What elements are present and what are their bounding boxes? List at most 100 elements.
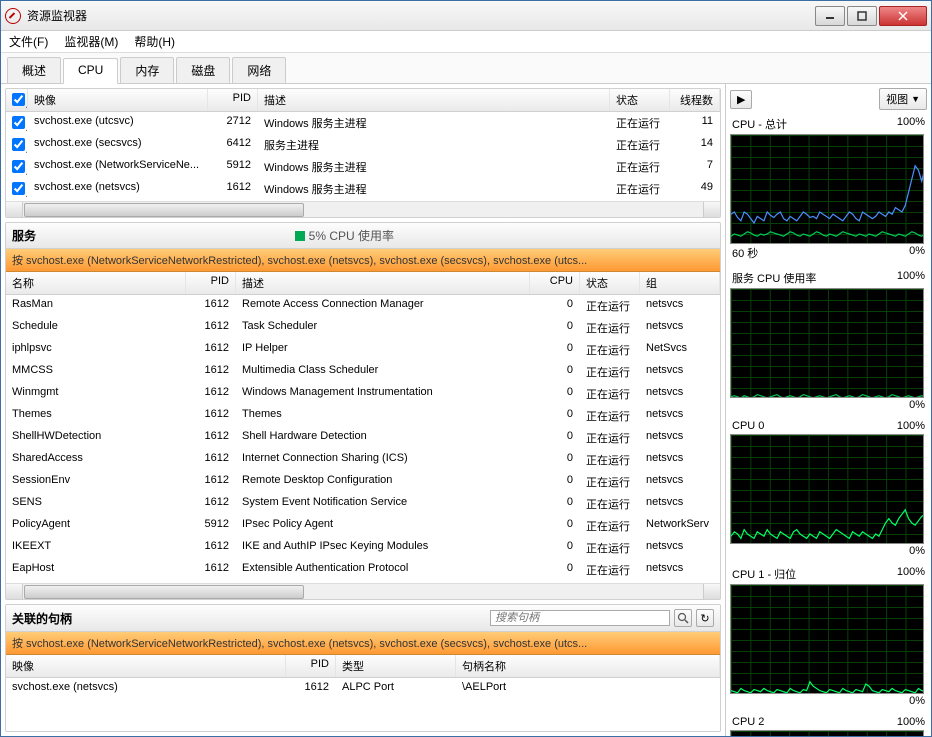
- cell-desc: Remote Access Connection Manager: [236, 295, 530, 317]
- cell-pid: 1612: [186, 537, 236, 559]
- col-desc[interactable]: 描述: [258, 89, 610, 111]
- cell-desc: Windows 服务主进程: [258, 156, 610, 178]
- services-hscroll[interactable]: [6, 583, 720, 599]
- handle-row[interactable]: svchost.exe (netsvcs) 1612 ALPC Port \AE…: [6, 678, 720, 696]
- cell-status: 正在运行: [610, 156, 670, 178]
- cell-pid: 1612: [186, 405, 236, 427]
- cell-name: SENS: [6, 493, 186, 515]
- col-status[interactable]: 状态: [580, 272, 640, 294]
- service-row[interactable]: MMCSS 1612 Multimedia Class Scheduler 0 …: [6, 361, 720, 383]
- col-image[interactable]: 映像: [28, 89, 208, 111]
- tab-memory[interactable]: 内存: [120, 57, 174, 83]
- col-status[interactable]: 状态: [610, 89, 670, 111]
- menu-help[interactable]: 帮助(H): [134, 33, 175, 50]
- process-row[interactable]: svchost.exe (netsvcs) 1612 Windows 服务主进程…: [6, 178, 720, 200]
- handles-header-bar[interactable]: 关联的句柄 ↻: [6, 605, 720, 632]
- cell-status: 正在运行: [580, 405, 640, 427]
- service-row[interactable]: SessionEnv 1612 Remote Desktop Configura…: [6, 471, 720, 493]
- cell-desc: IPsec Policy Agent: [236, 515, 530, 537]
- service-row[interactable]: PolicyAgent 5912 IPsec Policy Agent 0 正在…: [6, 515, 720, 537]
- col-handle-name[interactable]: 句柄名称: [456, 655, 720, 677]
- service-row[interactable]: EapHost 1612 Extensible Authentication P…: [6, 559, 720, 581]
- cell-desc: Remote Desktop Configuration: [236, 471, 530, 493]
- col-image[interactable]: 映像: [6, 655, 286, 677]
- cell-pid: 1612: [186, 383, 236, 405]
- services-info: 5% CPU 使用率: [295, 227, 394, 244]
- col-type[interactable]: 类型: [336, 655, 456, 677]
- cell-cpu: 0: [530, 537, 580, 559]
- chart-canvas: [730, 434, 924, 544]
- processes-hscroll[interactable]: [6, 201, 720, 217]
- view-dropdown[interactable]: 视图 ▼: [879, 88, 927, 110]
- cell-group: netsvcs: [640, 383, 720, 405]
- col-pid[interactable]: PID: [286, 655, 336, 677]
- service-row[interactable]: Winmgmt 1612 Windows Management Instrume…: [6, 383, 720, 405]
- cell-cpu: 0: [530, 493, 580, 515]
- side-panel: ▶ 视图 ▼ CPU - 总计100%60 秒0%服务 CPU 使用率100%0…: [725, 84, 931, 736]
- refresh-icon[interactable]: ↻: [696, 609, 714, 627]
- cell-desc: Shell Hardware Detection: [236, 427, 530, 449]
- process-row[interactable]: svchost.exe (NetworkServiceNe... 5912 Wi…: [6, 156, 720, 178]
- close-button[interactable]: [879, 6, 927, 26]
- collapse-side-button[interactable]: ▶: [730, 90, 752, 109]
- search-icon[interactable]: [674, 609, 692, 627]
- row-checkbox[interactable]: [6, 156, 28, 178]
- cell-group: netsvcs: [640, 559, 720, 581]
- col-pid[interactable]: PID: [208, 89, 258, 111]
- cell-name: ShellHWDetection: [6, 427, 186, 449]
- cell-status: 正在运行: [580, 427, 640, 449]
- service-row[interactable]: Schedule 1612 Task Scheduler 0 正在运行 nets…: [6, 317, 720, 339]
- menu-monitor[interactable]: 监视器(M): [64, 33, 118, 50]
- col-group[interactable]: 组: [640, 272, 720, 294]
- cell-cpu: 0: [530, 339, 580, 361]
- cell-name: PolicyAgent: [6, 515, 186, 537]
- service-row[interactable]: ShellHWDetection 1612 Shell Hardware Det…: [6, 427, 720, 449]
- cell-status: 正在运行: [610, 178, 670, 200]
- titlebar[interactable]: 资源监视器: [1, 1, 931, 31]
- maximize-button[interactable]: [847, 6, 877, 26]
- services-filter[interactable]: 按 svchost.exe (NetworkServiceNetworkRest…: [6, 249, 720, 272]
- tabs: 概述 CPU 内存 磁盘 网络: [1, 53, 931, 84]
- service-row[interactable]: iphlpsvc 1612 IP Helper 0 正在运行 NetSvcs: [6, 339, 720, 361]
- tab-cpu[interactable]: CPU: [63, 58, 118, 84]
- col-name[interactable]: 名称: [6, 272, 186, 294]
- process-row[interactable]: svchost.exe (secsvcs) 6412 服务主进程 正在运行 14: [6, 134, 720, 156]
- cell-status: 正在运行: [580, 317, 640, 339]
- handles-columns: 映像 PID 类型 句柄名称: [6, 655, 720, 678]
- cell-status: 正在运行: [580, 471, 640, 493]
- search-handles-input[interactable]: [490, 610, 670, 626]
- row-checkbox[interactable]: [6, 134, 28, 156]
- processes-header: 映像 PID 描述 状态 线程数: [6, 89, 720, 112]
- handles-filter[interactable]: 按 svchost.exe (NetworkServiceNetworkRest…: [6, 632, 720, 655]
- minimize-button[interactable]: [815, 6, 845, 26]
- col-threads[interactable]: 线程数: [670, 89, 720, 111]
- tab-disk[interactable]: 磁盘: [176, 57, 230, 83]
- cell-desc: Extensible Authentication Protocol: [236, 559, 530, 581]
- chart-canvas: [730, 584, 924, 694]
- cell-status: 正在运行: [610, 134, 670, 156]
- cell-desc: Themes: [236, 405, 530, 427]
- handles-panel: 关联的句柄 ↻ 按 svchost.exe (NetworkServiceNet…: [5, 604, 721, 732]
- select-all-checkbox[interactable]: [6, 89, 28, 111]
- row-checkbox[interactable]: [6, 112, 28, 134]
- service-row[interactable]: SharedAccess 1612 Internet Connection Sh…: [6, 449, 720, 471]
- cell-cpu: 0: [530, 295, 580, 317]
- tab-overview[interactable]: 概述: [7, 57, 61, 83]
- tab-network[interactable]: 网络: [232, 57, 286, 83]
- row-checkbox[interactable]: [6, 178, 28, 200]
- service-row[interactable]: IKEEXT 1612 IKE and AuthIP IPsec Keying …: [6, 537, 720, 559]
- cell-image: svchost.exe (utcsvc): [28, 112, 208, 134]
- service-row[interactable]: RasMan 1612 Remote Access Connection Man…: [6, 295, 720, 317]
- chart-bottom-right: 0%: [909, 695, 925, 707]
- col-pid[interactable]: PID: [186, 272, 236, 294]
- cell-pid: 1612: [186, 317, 236, 339]
- col-desc[interactable]: 描述: [236, 272, 530, 294]
- col-cpu[interactable]: CPU: [530, 272, 580, 294]
- cell-group: netsvcs: [640, 427, 720, 449]
- service-row[interactable]: Themes 1612 Themes 0 正在运行 netsvcs: [6, 405, 720, 427]
- cell-image: svchost.exe (NetworkServiceNe...: [28, 156, 208, 178]
- service-row[interactable]: SENS 1612 System Event Notification Serv…: [6, 493, 720, 515]
- process-row[interactable]: svchost.exe (utcsvc) 2712 Windows 服务主进程 …: [6, 112, 720, 134]
- menu-file[interactable]: 文件(F): [9, 33, 48, 50]
- services-header-bar[interactable]: 服务 5% CPU 使用率: [6, 223, 720, 249]
